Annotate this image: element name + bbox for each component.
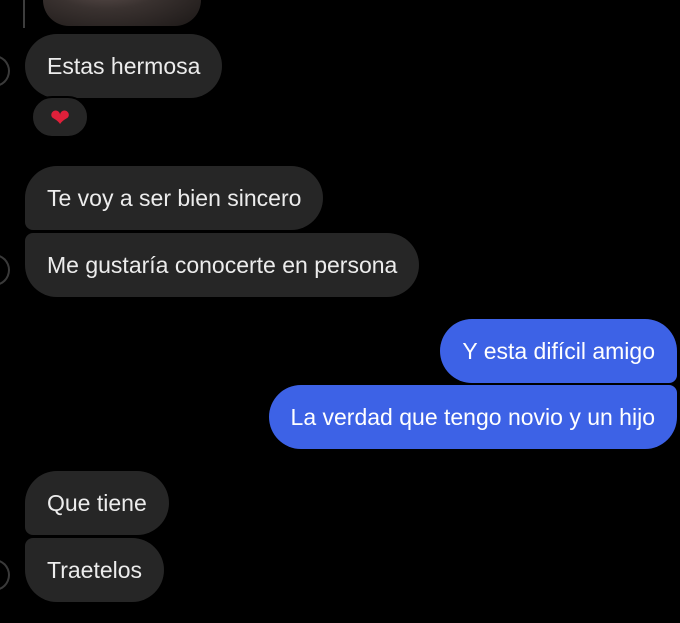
message-bubble-incoming[interactable]: Me gustaría conocerte en persona: [25, 233, 420, 297]
shared-photo[interactable]: [43, 0, 201, 26]
message-bubble-incoming[interactable]: Estas hermosa: [25, 34, 223, 98]
message-bubble-outgoing[interactable]: La verdad que tengo novio y un hijo: [268, 385, 677, 449]
heart-icon: ❤: [49, 104, 71, 132]
message-bubble-incoming[interactable]: Que tiene: [25, 471, 169, 535]
reaction-badge[interactable]: ❤: [31, 96, 89, 138]
reply-indicator-bar: [23, 0, 25, 28]
message-bubble-incoming[interactable]: Te voy a ser bien sincero: [25, 166, 324, 230]
sender-avatar[interactable]: [0, 559, 10, 591]
sender-avatar[interactable]: [0, 254, 10, 286]
message-bubble-incoming[interactable]: Traetelos: [25, 538, 165, 602]
message-bubble-outgoing[interactable]: Y esta difícil amigo: [440, 319, 677, 383]
sender-avatar[interactable]: [0, 55, 10, 87]
